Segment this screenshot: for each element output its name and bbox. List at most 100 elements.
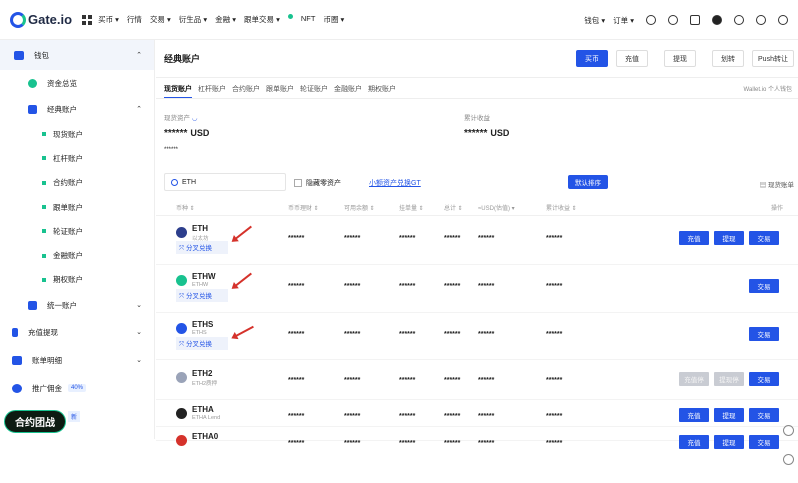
column-header[interactable]: 总计 ⇕	[444, 203, 463, 212]
trade-button[interactable]: 交易	[749, 231, 779, 245]
promo-banner[interactable]: 合约团战	[4, 410, 66, 433]
column-header[interactable]: 可用余额 ⇕	[344, 203, 375, 212]
nav-item[interactable]: 金融 ▾	[215, 14, 236, 25]
download-icon[interactable]	[690, 15, 700, 25]
trade-button[interactable]: 交易	[749, 279, 779, 293]
masked-value: ******	[288, 235, 305, 242]
sidebar-item-referral[interactable]: 推广佣金 40%	[0, 374, 154, 402]
sidebar-item-subaccount[interactable]: 期权账户	[0, 268, 154, 292]
masked-value: ******	[444, 283, 461, 290]
wallet-io-link[interactable]: Wallet.io 个人钱包	[744, 84, 792, 93]
spot-bill-link[interactable]: ▤ 现货账单	[760, 179, 794, 189]
tab-account[interactable]: 期权账户	[368, 84, 396, 99]
tab-account[interactable]: 合约账户	[232, 84, 260, 99]
withdraw-button[interactable]: 提现	[714, 231, 744, 245]
tab-account[interactable]: 金融账户	[334, 84, 362, 99]
sidebar-item-unified[interactable]: 统一账户 ⌄	[0, 292, 154, 318]
column-header[interactable]: 币币理财 ⇕	[288, 203, 319, 212]
wallet-menu[interactable]: 钱包 ▾	[584, 15, 605, 26]
income-label: 累计收益	[464, 115, 490, 122]
coin-symbol[interactable]: ETHA0	[192, 432, 218, 441]
fork-convert-button[interactable]: ⤧ 分叉兑换	[176, 241, 228, 254]
column-header[interactable]: 累计收益 ⇕	[546, 203, 577, 212]
trade-button[interactable]: 交易	[749, 408, 779, 422]
sidebar-item-bills[interactable]: 账单明细 ⌄	[0, 346, 154, 374]
eye-icon[interactable]: ◡	[192, 115, 198, 122]
search-icon[interactable]	[778, 15, 788, 25]
sidebar-item-deposit[interactable]: 充值提现 ⌄	[0, 318, 154, 346]
withdraw-button[interactable]: 提现	[714, 408, 744, 422]
coin-symbol[interactable]: ETH2	[192, 369, 212, 378]
nav-item[interactable]: 衍生品 ▾	[179, 14, 207, 25]
withdraw-button[interactable]: 提现停	[714, 372, 744, 386]
nav-item[interactable]: NFT	[301, 14, 316, 25]
support-icon[interactable]	[783, 454, 794, 465]
bell-icon[interactable]	[668, 15, 678, 25]
sidebar-item-subaccount[interactable]: 合约账户	[0, 171, 154, 195]
sidebar-item-subaccount[interactable]: 杠杆账户	[0, 146, 154, 170]
masked-value: ******	[478, 440, 495, 447]
classic-account-icon	[28, 104, 37, 114]
sidebar-item-wallet[interactable]: 钱包 ⌃	[0, 40, 154, 70]
search-input[interactable]: ETH	[164, 173, 286, 191]
coin-symbol[interactable]: ETHW	[192, 272, 216, 281]
convert-gt-link[interactable]: 小额资产兑换GT	[369, 178, 421, 188]
nav-item[interactable]: 交易 ▾	[150, 14, 171, 25]
table-row: ETHW ETHW ⤧ 分叉兑换 ****** ****** ****** ****** **…	[156, 265, 798, 313]
orders-menu[interactable]: 订单 ▾	[613, 15, 634, 26]
column-header[interactable]: 币种 ⇕	[176, 203, 195, 212]
tab-account[interactable]: 现货账户	[164, 84, 192, 99]
apps-grid-icon[interactable]	[82, 14, 93, 25]
buy-button[interactable]: 买币	[576, 50, 608, 67]
table-row: ETH2 ETH2质押 ****** ****** ****** ****** ******…	[156, 360, 798, 400]
tab-account[interactable]: 轮证账户	[300, 84, 328, 99]
column-header[interactable]: 操作	[771, 203, 783, 212]
coin-symbol[interactable]: ETH	[192, 224, 208, 233]
trade-button[interactable]: 交易	[749, 327, 779, 341]
sidebar-item-classic[interactable]: 经典账户 ⌃	[0, 96, 154, 122]
withdraw-button[interactable]: 提现	[714, 435, 744, 449]
hide-zero-checkbox[interactable]: 隐藏零资产	[294, 178, 341, 188]
sidebar-item-subaccount[interactable]: 现货账户	[0, 122, 154, 146]
column-header[interactable]: 挂单量 ⇕	[399, 203, 424, 212]
deposit-button[interactable]: 充值	[679, 408, 709, 422]
sidebar: 钱包 ⌃ 资金总览 经典账户 ⌃ 现货账户 杠杆账户 合约账户 跟单账户 轮证账户 金融账…	[0, 40, 155, 439]
deposit-button[interactable]: 充值	[679, 231, 709, 245]
tab-account[interactable]: 跟单账户	[266, 84, 294, 99]
deposit-button[interactable]: 充值停	[679, 372, 709, 386]
fork-convert-button[interactable]: ⤧ 分叉兑换	[176, 337, 228, 350]
theme-toggle-icon[interactable]	[712, 15, 722, 25]
asset-unit: USD	[190, 128, 210, 138]
sidebar-item-overview[interactable]: 资金总览	[0, 70, 154, 96]
refresh-icon[interactable]	[783, 425, 794, 436]
push-transfer-button[interactable]: Push转让	[752, 50, 794, 67]
sidebar-item-subaccount[interactable]: 跟单账户	[0, 195, 154, 219]
sidebar-item-subaccount[interactable]: 轮证账户	[0, 219, 154, 243]
fork-convert-button[interactable]: ⤧ 分叉兑换	[176, 289, 228, 302]
transfer-button[interactable]: 划转	[712, 50, 744, 67]
user-icon[interactable]	[646, 15, 656, 25]
asset-label: 现货资产 ◡	[164, 115, 198, 122]
deposit-button[interactable]: 充值	[616, 50, 648, 67]
settings-icon[interactable]	[756, 15, 766, 25]
coin-symbol[interactable]: ETHA	[192, 405, 214, 414]
sort-button[interactable]: 默认排序	[568, 175, 608, 189]
withdraw-button[interactable]: 提现	[664, 50, 696, 67]
nav-item[interactable]: 跟单交易 ▾	[244, 14, 280, 25]
trade-button[interactable]: 交易	[749, 435, 779, 449]
globe-icon[interactable]	[734, 15, 744, 25]
nav-item[interactable]: 买币 ▾	[98, 14, 119, 25]
bills-icon	[12, 355, 22, 365]
tab-account[interactable]: 杠杆账户	[198, 84, 226, 99]
nav-item[interactable]: 行情	[127, 14, 142, 25]
column-header[interactable]: ≈USD(估值) ▾	[478, 203, 515, 212]
nft-icon	[287, 14, 293, 19]
sidebar-item-subaccount[interactable]: 金融账户	[0, 243, 154, 267]
coin-icon	[176, 227, 187, 238]
gate-logo[interactable]: Gate.io	[10, 11, 72, 28]
nav-item[interactable]: 币圈 ▾	[323, 14, 344, 25]
deposit-button[interactable]: 充值	[679, 435, 709, 449]
top-right-menu: 钱包 ▾ 订单 ▾	[576, 0, 788, 40]
coin-symbol[interactable]: ETHS	[192, 320, 213, 329]
trade-button[interactable]: 交易	[749, 372, 779, 386]
